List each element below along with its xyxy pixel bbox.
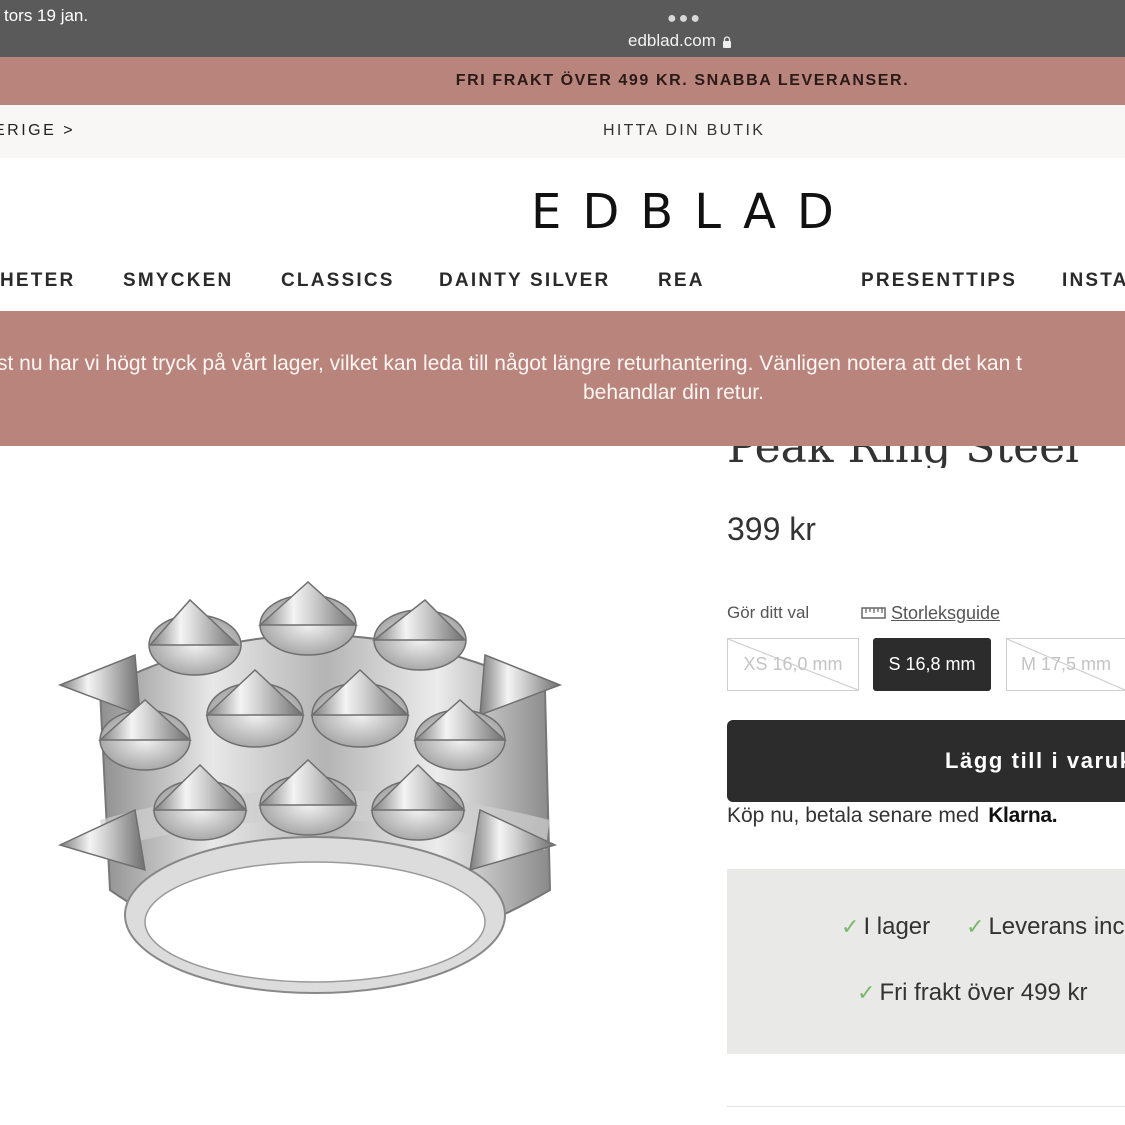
site-logo[interactable]: EDBLAD (531, 184, 855, 240)
klarna-logo[interactable]: Klarna. (988, 804, 1057, 828)
check-icon: ✓ (857, 980, 876, 1005)
main-nav: HETER SMYCKEN CLASSICS DAINTY SILVER REA… (0, 270, 1125, 298)
stock-info-box: ✓ I lager ✓ Leverans inc ✓ Fri frakt över 4… (727, 869, 1125, 1054)
nav-item-smycken[interactable]: SMYCKEN (123, 270, 233, 292)
ruler-icon[interactable] (861, 607, 886, 619)
store-row: ERIGE > HITTA DIN BUTIK (0, 105, 1125, 158)
size-option-xs[interactable]: XS 16,0 mm (727, 638, 859, 691)
divider (727, 1106, 1125, 1107)
country-selector[interactable]: ERIGE > (0, 122, 75, 140)
promo-text: FRI FRAKT ÖVER 499 KR. SNABBA LEVERANSER… (455, 72, 910, 89)
nav-item-heter[interactable]: HETER (0, 270, 75, 292)
notice-line-2: behandlar din retur. (583, 381, 764, 404)
nav-item-presenttips[interactable]: PRESENTTIPS (861, 270, 1017, 292)
klarna-row: Köp nu, betala senare med Klarna. (727, 804, 1058, 828)
status-date: tors 19 jan. (4, 6, 89, 25)
choose-size-label: Gör ditt val (727, 603, 810, 622)
klarna-text: Köp nu, betala senare med (727, 804, 980, 827)
size-option-s[interactable]: S 16,8 mm (873, 638, 991, 691)
nav-item-rea[interactable]: REA (658, 270, 705, 292)
product-title: Peak Ring Steel (727, 446, 1125, 468)
check-icon: ✓ (841, 914, 860, 939)
nav-item-dainty-silver[interactable]: DAINTY SILVER (439, 270, 610, 292)
product-image[interactable] (40, 560, 580, 1020)
size-guide-link[interactable]: Storleksguide (891, 603, 1000, 624)
product-price: 399 kr (727, 511, 816, 547)
lock-icon (722, 36, 731, 48)
add-to-cart-label: Lägg till i varuk (945, 748, 1125, 773)
size-option-label: S 16,8 mm (888, 654, 976, 674)
size-option-label: XS 16,0 mm (743, 654, 843, 674)
in-stock-info: ✓ I lager (841, 913, 931, 940)
free-shipping-info: ✓ Fri frakt över 499 kr (857, 979, 1088, 1006)
size-option-m[interactable]: M 17,5 mm (1006, 638, 1125, 691)
address-bar[interactable]: edblad.com (628, 31, 732, 51)
nav-item-insta[interactable]: INSTA (1062, 270, 1125, 292)
url-text: edblad.com (628, 31, 716, 50)
notice-line-1: st nu har vi högt tryck på vårt lager, v… (0, 352, 1022, 375)
return-notice-banner: st nu har vi högt tryck på vårt lager, v… (0, 311, 1125, 446)
delivery-info: ✓ Leverans inc (966, 913, 1125, 940)
find-store-link[interactable]: HITTA DIN BUTIK (603, 122, 765, 140)
nav-item-classics[interactable]: CLASSICS (281, 270, 395, 292)
browser-toolbar: tors 19 jan. ●●● edblad.com (0, 0, 1125, 57)
add-to-cart-button[interactable]: Lägg till i varuk (727, 720, 1125, 802)
promo-banner: FRI FRAKT ÖVER 499 KR. SNABBA LEVERANSER… (0, 57, 1125, 105)
tab-options-icon[interactable]: ●●● (667, 10, 702, 28)
size-option-label: M 17,5 mm (1020, 654, 1112, 674)
check-icon: ✓ (966, 914, 985, 939)
